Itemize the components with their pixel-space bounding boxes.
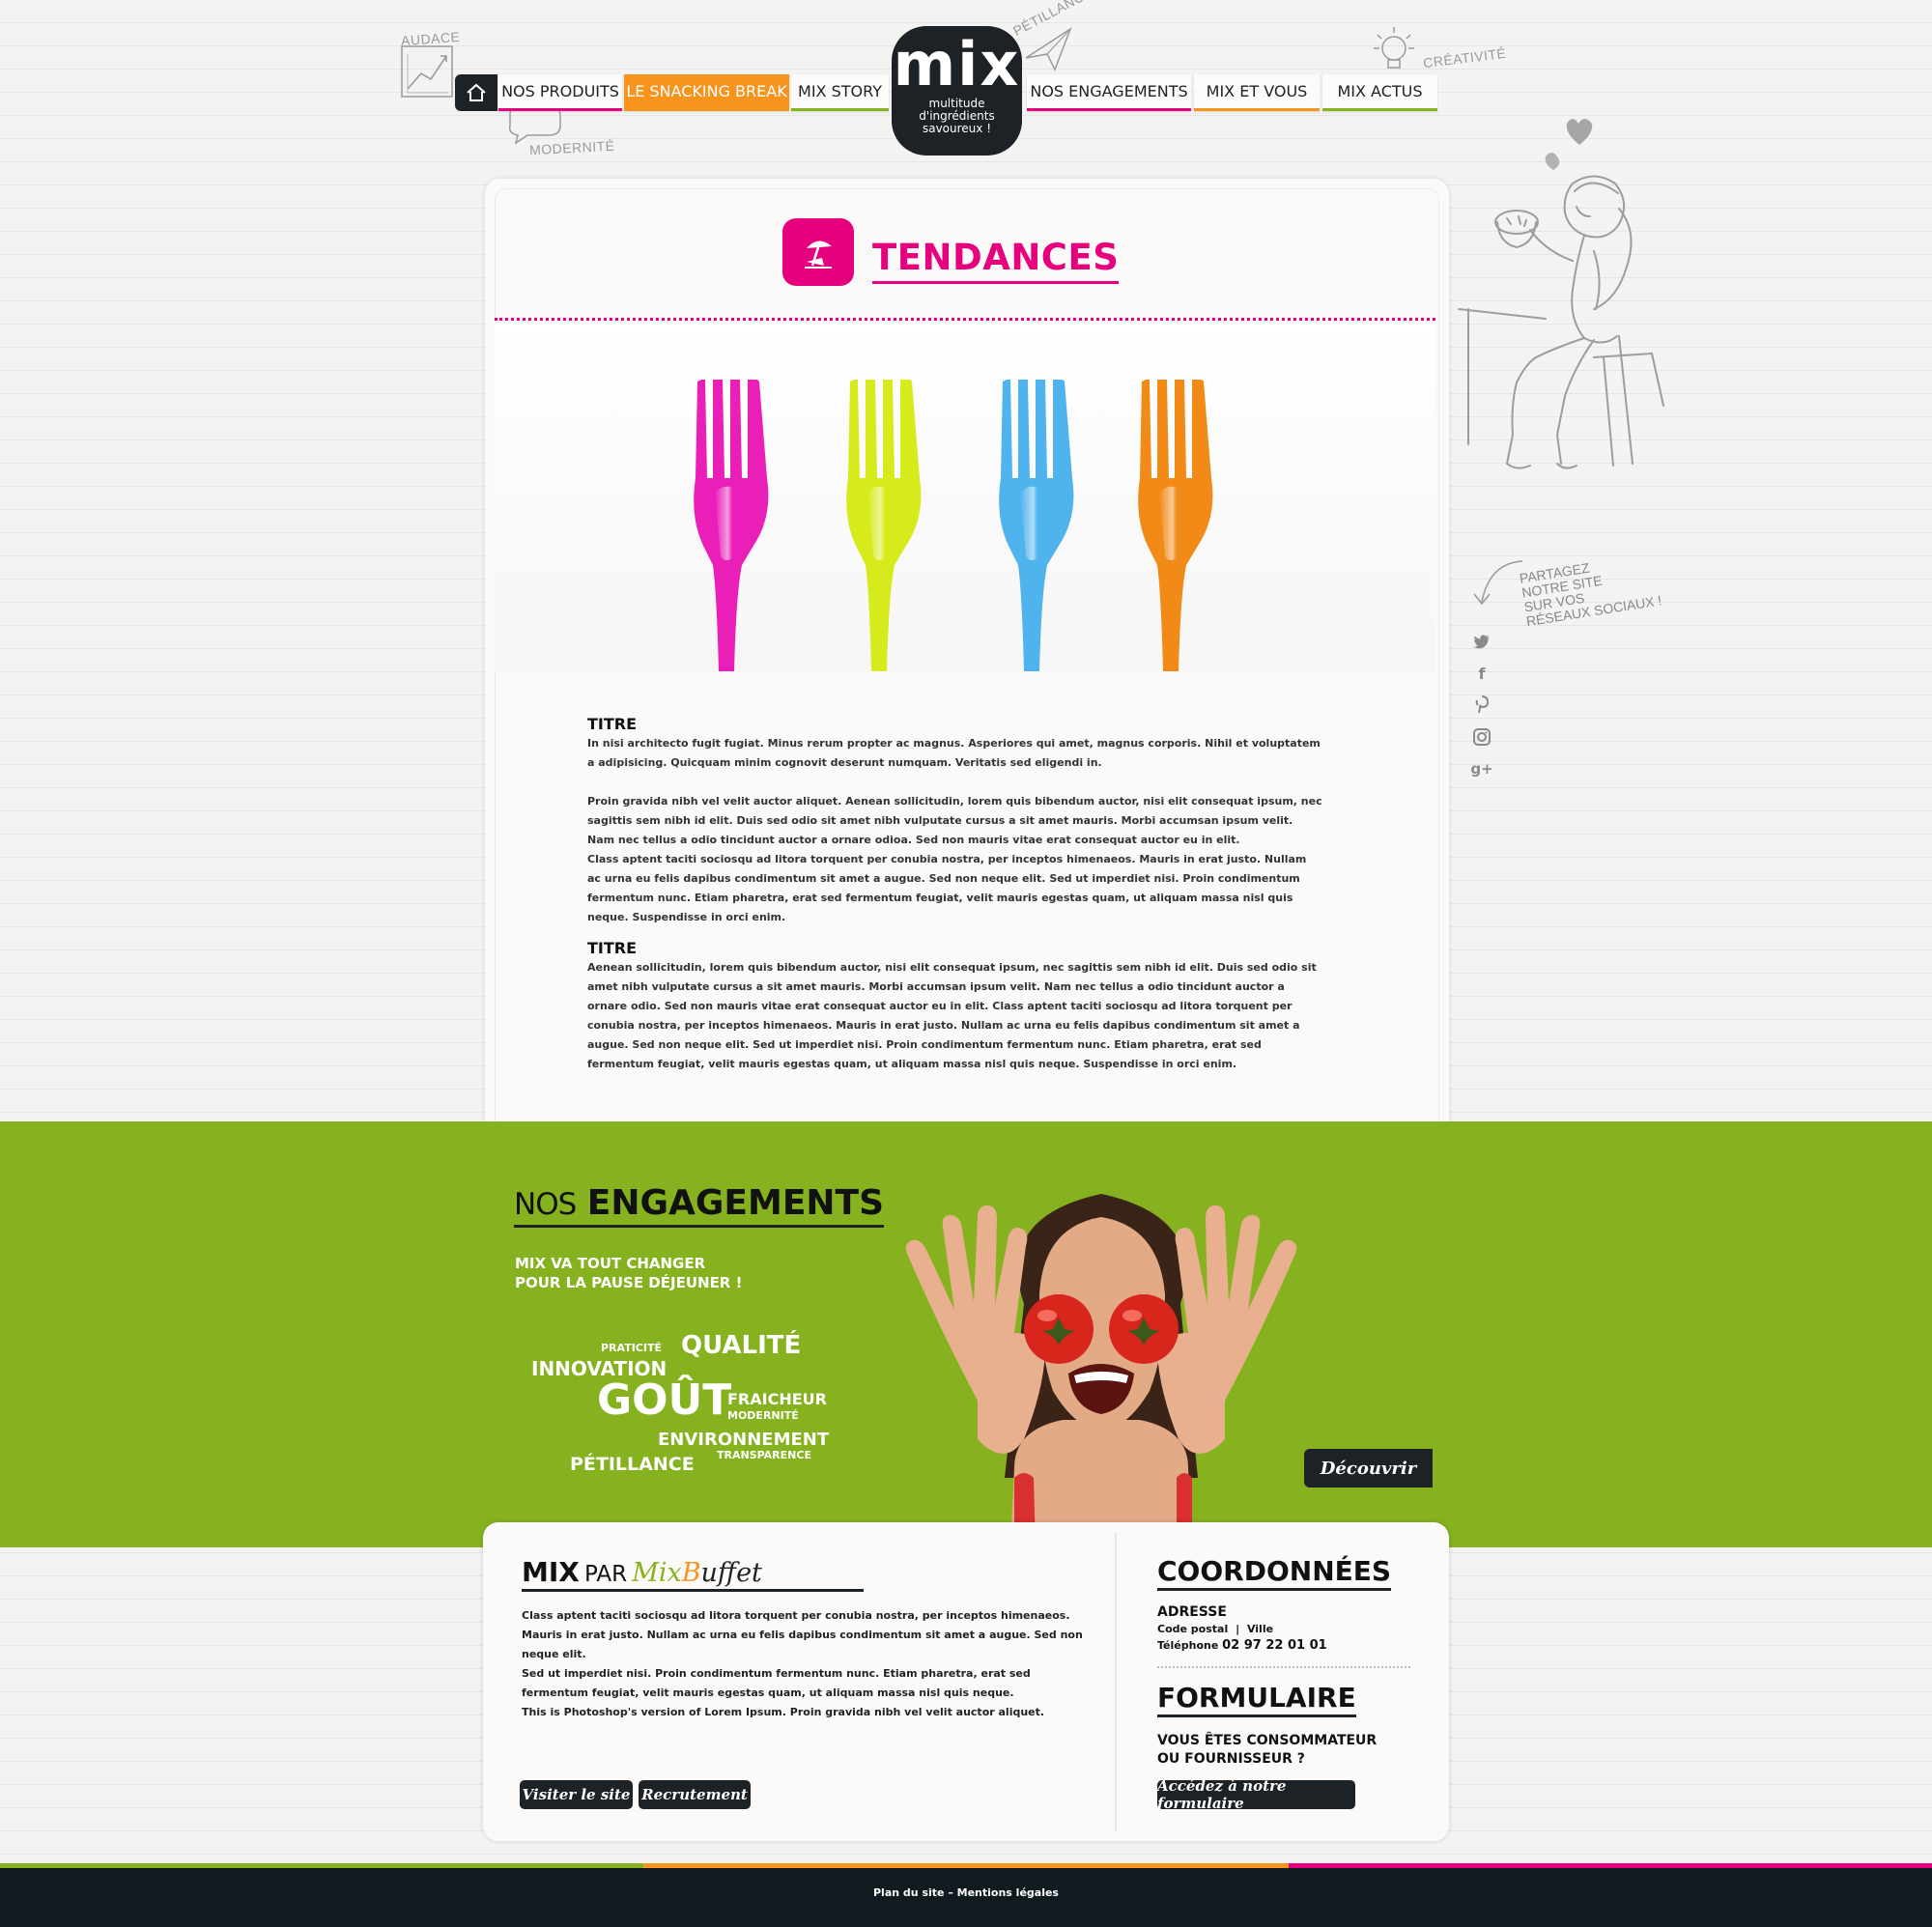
engagements-subtitle-line: POUR LA PAUSE DÉJEUNER ! bbox=[515, 1274, 743, 1291]
tendances-badge bbox=[782, 218, 854, 286]
engagements-subtitle-line: MIX VA TOUT CHANGER bbox=[515, 1255, 706, 1272]
forks-illustration bbox=[694, 380, 1213, 671]
word-qualite: QUALITÉ bbox=[681, 1331, 802, 1360]
visit-site-button[interactable]: Visiter le site bbox=[520, 1780, 633, 1809]
nav-item-nos-engagements[interactable]: NOS ENGAGEMENTS bbox=[1027, 74, 1191, 111]
title-divider bbox=[495, 318, 1435, 321]
about-line: Sed ut imperdiet nisi. Proin condimentum… bbox=[522, 1667, 1031, 1699]
word-environnement: ENVIRONNEMENT bbox=[658, 1430, 830, 1450]
about-line: Class aptent taciti sociosqu ad litora t… bbox=[522, 1609, 1083, 1660]
woman-illustration bbox=[1458, 119, 1664, 469]
phone-line: Téléphone 02 97 22 01 01 bbox=[1157, 1638, 1327, 1653]
word-gout: GOÛT bbox=[597, 1375, 732, 1425]
mix-par-mixbuffet-heading: MIX PAR MixBuffet bbox=[522, 1556, 864, 1592]
mix-label: MIX bbox=[522, 1556, 580, 1588]
engagements-title-bold: ENGAGEMENTS bbox=[586, 1183, 885, 1223]
fork-blue bbox=[999, 380, 1074, 671]
logo-tagline-3: savoureux ! bbox=[922, 122, 992, 135]
article-paragraph: In nisi architecto fugit fugiat. Minus r… bbox=[587, 737, 1321, 769]
page-title: TENDANCES bbox=[872, 237, 1120, 284]
mixbuffet-logo: MixBuffet bbox=[632, 1558, 762, 1588]
share-callout: PARTAGEZ NOTRE SITE SUR VOS RÉSEAUX SOCI… bbox=[1519, 550, 1671, 630]
doodle-creativite: CRÉATIVITÉ bbox=[1422, 44, 1508, 71]
brand-uffet: uffet bbox=[700, 1558, 762, 1588]
fork-yellow bbox=[846, 380, 922, 671]
twitter-icon[interactable] bbox=[1470, 630, 1493, 653]
section-title: TITRE bbox=[587, 715, 638, 733]
beach-umbrella-icon bbox=[805, 241, 832, 269]
form-access-button[interactable]: Accédez à notre formulaire bbox=[1157, 1777, 1355, 1812]
instagram-icon[interactable] bbox=[1470, 725, 1493, 749]
nav-item-mix-story[interactable]: MIX STORY bbox=[791, 74, 889, 111]
form-question: VOUS ÊTES CONSOMMATEUR OU FOURNISSEUR ? bbox=[1157, 1732, 1377, 1769]
coordonnees-title: COORDONNÉES bbox=[1157, 1555, 1392, 1591]
nav-item-le-snacking-break[interactable]: LE SNACKING BREAK bbox=[624, 74, 789, 111]
word-fraicheur: FRAICHEUR bbox=[727, 1390, 827, 1408]
google-plus-icon[interactable]: g+ bbox=[1470, 757, 1493, 780]
engagements-title-light: NOS bbox=[514, 1187, 577, 1222]
word-modernite: MODERNITÉ bbox=[727, 1409, 799, 1422]
mix-logo[interactable]: mix multitude d'ingrédients savoureux ! bbox=[892, 26, 1022, 156]
word-transparence: TRANSPARENCE bbox=[717, 1449, 811, 1461]
postal-city: Code postal | Ville bbox=[1157, 1623, 1273, 1635]
brand-mix: Mix bbox=[632, 1558, 682, 1588]
pinterest-icon[interactable] bbox=[1470, 694, 1493, 717]
doodle-modernite: MODERNITÉ bbox=[528, 137, 615, 158]
phone-label: Téléphone bbox=[1157, 1639, 1219, 1652]
article-paragraph: Class aptent taciti sociosqu ad litora t… bbox=[587, 853, 1307, 923]
nav-home-button[interactable] bbox=[455, 74, 497, 111]
separator: | bbox=[1236, 1623, 1240, 1635]
article-paragraph: Aenean sollicitudin, lorem quis bibendum… bbox=[587, 961, 1317, 1070]
formulaire-title: FORMULAIRE bbox=[1157, 1682, 1356, 1717]
contact-divider bbox=[1157, 1666, 1410, 1668]
about-text: Class aptent taciti sociosqu ad litora t… bbox=[522, 1606, 1092, 1722]
nav-item-mix-et-vous[interactable]: MIX ET VOUS bbox=[1194, 74, 1320, 111]
engagements-subtitle: MIX VA TOUT CHANGER POUR LA PAUSE DÉJEUN… bbox=[515, 1254, 742, 1292]
city: Ville bbox=[1246, 1623, 1274, 1635]
word-praticite: PRATICITÉ bbox=[601, 1342, 662, 1354]
par-label: PAR bbox=[583, 1562, 628, 1587]
section-title: TITRE bbox=[587, 939, 638, 957]
woman-tomatoes-photo bbox=[905, 1194, 1297, 1547]
facebook-icon[interactable]: f bbox=[1470, 662, 1493, 685]
word-petillance: PÉTILLANCE bbox=[570, 1454, 695, 1475]
lightbulb-doodle bbox=[1374, 27, 1414, 69]
postal-code: Code postal bbox=[1157, 1623, 1229, 1635]
about-line: This is Photoshop's version of Lorem Ips… bbox=[522, 1706, 1045, 1718]
fork-magenta bbox=[694, 380, 769, 671]
form-question-line: OU FOURNISSEUR ? bbox=[1157, 1751, 1305, 1767]
logo-word: mix bbox=[893, 29, 1021, 99]
recrutement-button[interactable]: Recrutement bbox=[639, 1780, 751, 1809]
brand-b: B bbox=[681, 1558, 701, 1588]
home-icon bbox=[467, 83, 486, 101]
footer-links[interactable]: Plan du site – Mentions légales bbox=[0, 1886, 1932, 1899]
nav-item-nos-produits[interactable]: NOS PRODUITS bbox=[498, 74, 622, 111]
share-arrow-doodle bbox=[1473, 560, 1523, 606]
form-question-line: VOUS ÊTES CONSOMMATEUR bbox=[1157, 1733, 1378, 1748]
phone-number: 02 97 22 01 01 bbox=[1222, 1638, 1327, 1653]
engagements-title: NOS ENGAGEMENTS bbox=[514, 1183, 885, 1228]
address-label: ADRESSE bbox=[1157, 1604, 1227, 1620]
about-card-divider bbox=[1115, 1532, 1117, 1831]
fork-orange bbox=[1138, 380, 1213, 671]
article-paragraph: Proin gravida nibh vel velit auctor aliq… bbox=[587, 795, 1322, 846]
decouvrir-button[interactable]: Découvrir bbox=[1304, 1449, 1433, 1488]
hero-image-forks bbox=[495, 324, 1435, 671]
nav-item-mix-actus[interactable]: MIX ACTUS bbox=[1322, 74, 1437, 111]
article-body: TITRE In nisi architecto fugit fugiat. M… bbox=[587, 715, 1323, 1074]
